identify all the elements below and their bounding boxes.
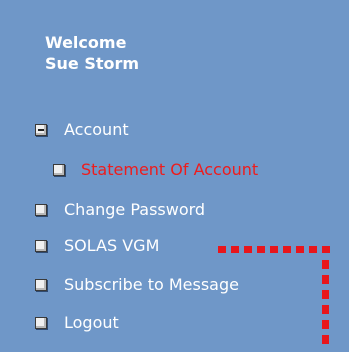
menu-item-label: SOLAS VGM: [64, 236, 160, 255]
menu-item-subscribe-to-message[interactable]: Subscribe to Message: [35, 275, 239, 295]
menu-item-account[interactable]: Account: [35, 120, 129, 140]
menu-item-logout[interactable]: Logout: [35, 313, 119, 333]
annotation-dotted-line-horizontal: [218, 246, 334, 253]
menu-item-label: Account: [64, 120, 129, 139]
annotation-dotted-line-vertical: [322, 260, 329, 344]
menu-item-label: Subscribe to Message: [64, 275, 239, 294]
bullet-box-icon: [35, 240, 47, 252]
menu-item-change-password[interactable]: Change Password: [35, 200, 205, 220]
menu-item-label: Statement Of Account: [81, 160, 259, 179]
collapse-icon[interactable]: [35, 124, 47, 136]
bullet-box-icon: [35, 204, 47, 216]
menu-item-label: Change Password: [64, 200, 206, 219]
bullet-box-icon: [35, 317, 47, 329]
menu-item-label: Logout: [64, 313, 119, 332]
welcome-text: Welcome: [45, 33, 127, 52]
welcome-block: Welcome Sue Storm: [45, 32, 139, 74]
bullet-box-icon: [53, 164, 65, 176]
menu-item-solas-vgm[interactable]: SOLAS VGM: [35, 236, 159, 256]
menu-item-statement-of-account[interactable]: Statement Of Account: [53, 160, 258, 180]
user-name: Sue Storm: [45, 54, 140, 73]
sidebar-panel: Welcome Sue Storm Account Statement Of A…: [0, 0, 349, 352]
bullet-box-icon: [35, 279, 47, 291]
